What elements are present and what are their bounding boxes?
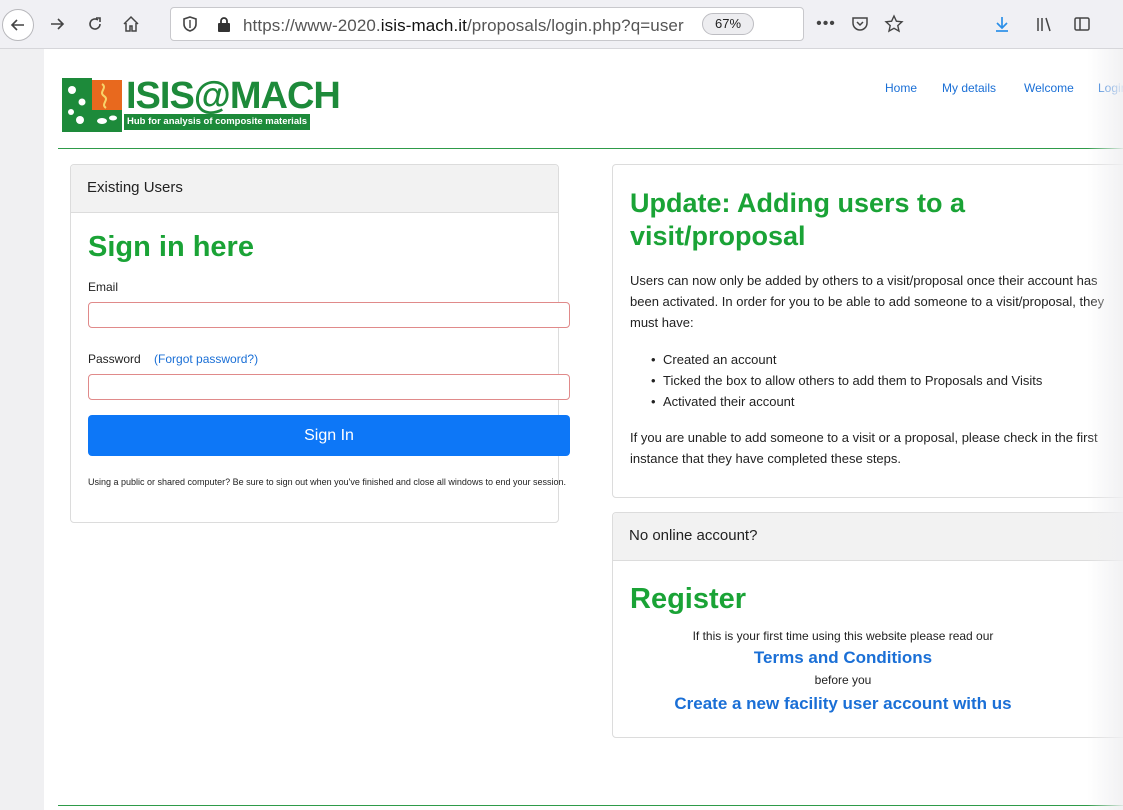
password-label: Password (Forgot password?) (88, 352, 258, 366)
register-before-you: before you (814, 673, 872, 687)
email-field[interactable] (88, 302, 570, 328)
downloads-button[interactable] (988, 8, 1016, 40)
home-button[interactable] (116, 8, 146, 40)
reload-icon (89, 17, 101, 30)
browser-toolbar: https://www-2020.isis-mach.it/proposals/… (0, 0, 1123, 49)
forgot-password-link[interactable]: (Forgot password?) (154, 352, 258, 366)
reload-button[interactable] (80, 8, 110, 40)
nav-home[interactable]: Home (885, 81, 917, 95)
page-actions-icon[interactable]: ••• (812, 8, 840, 40)
url-bar[interactable]: https://www-2020.isis-mach.it/proposals/… (170, 7, 804, 41)
site-logo[interactable]: ISIS@MACH Hub for analysis of composite … (62, 74, 341, 134)
logo-subtitle: Hub for analysis of composite materials (124, 114, 311, 130)
register-heading: Register (630, 583, 747, 615)
update-outro: If you are unable to add someone to a vi… (630, 430, 1098, 466)
create-account-link[interactable]: Create a new facility user account with … (674, 694, 1011, 713)
nav-my-details[interactable]: My details (942, 81, 996, 95)
login-card: Existing Users Sign in here Email Passwo… (70, 164, 570, 523)
update-card: Update: Adding users to a visit/proposal… (612, 164, 1123, 498)
bookmark-button[interactable] (880, 8, 908, 40)
terms-link[interactable]: Terms and Conditions (754, 648, 932, 667)
logo-title: ISIS@MACH (126, 75, 341, 117)
terms-wrap: Terms and Conditions (613, 648, 1073, 668)
update-heading: Update: Adding users to a visit/proposal (630, 188, 966, 251)
star-icon (884, 14, 904, 33)
arrow-right-icon (51, 18, 65, 30)
shield-icon (183, 16, 197, 32)
header-divider (58, 148, 1123, 149)
pocket-icon (852, 17, 868, 31)
update-intro: Users can now only be added by others to… (630, 273, 1105, 330)
register-card: No online account? Register If this is y… (612, 512, 1123, 738)
password-field[interactable] (88, 374, 570, 400)
list-item: Activated their account (630, 391, 1042, 412)
list-item: Created an account (630, 349, 1042, 370)
logo-emblem-icon (62, 78, 122, 132)
library-icon (1037, 17, 1051, 32)
zoom-level-badge[interactable]: 67% (702, 13, 754, 35)
login-card-title: Existing Users (71, 165, 558, 213)
register-intro: If this is your first time using this we… (692, 629, 994, 643)
requirements-list: Created an account Ticked the box to all… (630, 349, 1042, 412)
forward-button[interactable] (42, 8, 72, 40)
sidebar-icon (1074, 17, 1090, 31)
home-icon (123, 15, 139, 32)
shared-computer-notice: Using a public or shared computer? Be su… (88, 477, 566, 487)
web-page: ISIS@MACH Hub for analysis of composite … (44, 49, 1123, 810)
library-button[interactable] (1030, 8, 1058, 40)
lock-icon (218, 17, 230, 32)
list-item: Ticked the box to allow others to add th… (630, 370, 1042, 391)
back-button[interactable] (2, 9, 34, 41)
create-wrap: Create a new facility user account with … (613, 694, 1073, 714)
url-text[interactable]: https://www-2020.isis-mach.it/proposals/… (243, 16, 685, 36)
sidebar-button[interactable] (1068, 8, 1096, 40)
email-label: Email (88, 280, 119, 294)
sign-in-heading: Sign in here (88, 231, 254, 263)
nav-welcome[interactable]: Welcome (1024, 81, 1074, 95)
nav-login[interactable]: Login (1098, 81, 1123, 95)
sign-in-button[interactable]: Sign In (88, 415, 570, 456)
pocket-button[interactable] (846, 8, 874, 40)
register-card-title: No online account? (613, 513, 1123, 561)
footer-divider (58, 805, 1123, 806)
arrow-left-icon (10, 19, 24, 31)
download-icon (996, 17, 1008, 32)
password-label-text: Password (88, 352, 141, 366)
